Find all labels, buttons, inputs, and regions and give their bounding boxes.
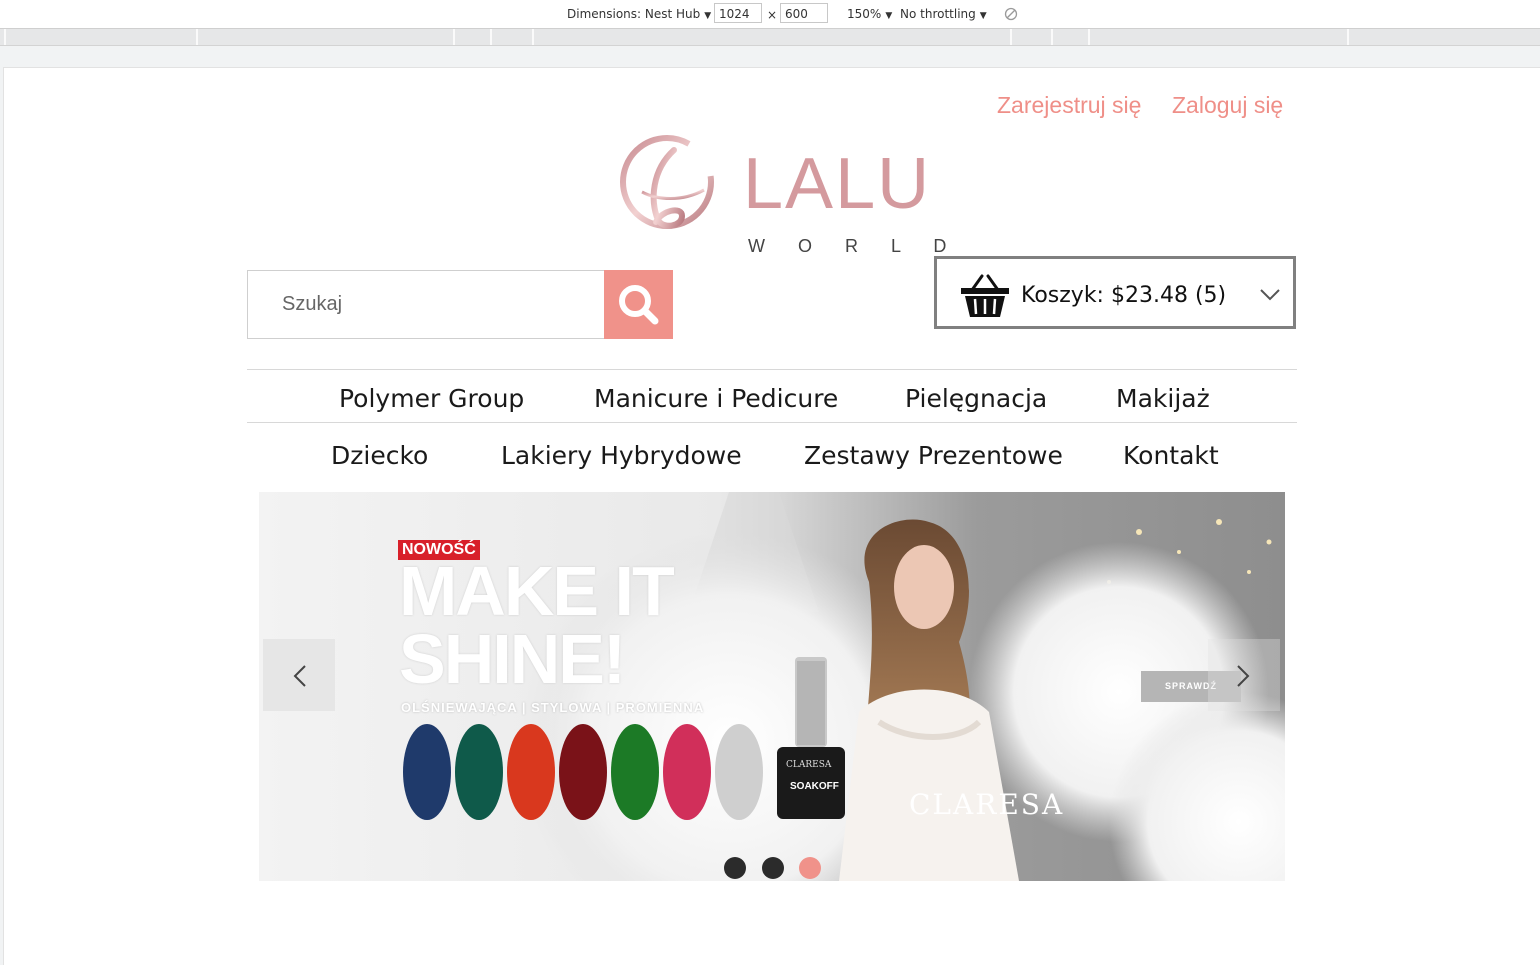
- zoom-dropdown[interactable]: 150% ▼: [847, 7, 892, 21]
- dimensions-label: Dimensions: Nest Hub: [567, 7, 701, 21]
- nav-item-dziecko[interactable]: Dziecko: [331, 441, 428, 470]
- times-sign: ×: [767, 8, 778, 22]
- slider-next-button[interactable]: [1208, 639, 1280, 711]
- chevron-down-icon: ▼: [885, 11, 893, 21]
- headline-line-1: MAKE IT: [399, 552, 675, 630]
- nav-item-manicure-pedicure[interactable]: Manicure i Pedicure: [594, 384, 838, 413]
- chevron-down-icon: ▼: [704, 11, 712, 21]
- rotate-icon[interactable]: [1004, 7, 1018, 21]
- cart-dropdown[interactable]: Koszyk: $23.48 (5): [934, 256, 1296, 329]
- zoom-label: 150%: [847, 7, 882, 21]
- basket-icon: [961, 274, 1009, 317]
- tagline: OLŚNIEWAJĄCA | STYLOWA | PROMIENNA: [401, 700, 705, 715]
- height-input[interactable]: 600: [780, 3, 828, 23]
- slider-prev-button[interactable]: [263, 639, 335, 711]
- headline-line-2: SHINE!: [399, 620, 626, 698]
- hero-slider[interactable]: CLARESA SOAKOFF NOWOŚĆ MAKE IT SHINE! OL…: [259, 492, 1285, 881]
- media-query-ruler[interactable]: [0, 29, 1540, 46]
- nail-swatches: [403, 724, 763, 820]
- nav-item-makijaz[interactable]: Makijaż: [1116, 384, 1210, 413]
- throttling-dropdown[interactable]: No throttling ▼: [900, 7, 987, 21]
- nav-item-zestawy-prezentowe[interactable]: Zestawy Prezentowe: [804, 441, 1063, 470]
- site-logo[interactable]: LALU W O R L D: [612, 130, 946, 260]
- cart-summary: Koszyk: $23.48 (5): [1021, 283, 1227, 308]
- logo-text: LALU: [743, 144, 932, 224]
- search-button[interactable]: [604, 270, 673, 339]
- chevron-left-icon: [293, 665, 306, 687]
- slider-dot-3[interactable]: [799, 857, 821, 879]
- search-placeholder: Szukaj: [282, 293, 343, 315]
- width-input[interactable]: 1024: [714, 3, 762, 23]
- nav-divider-top: [247, 369, 1297, 370]
- logo-subtext: W O R L D: [748, 236, 961, 256]
- nav-item-kontakt[interactable]: Kontakt: [1123, 441, 1219, 470]
- dimensions-dropdown[interactable]: Dimensions: Nest Hub ▼: [567, 7, 711, 21]
- search-input[interactable]: Szukaj: [247, 270, 605, 339]
- nav-item-polymer-group[interactable]: Polymer Group: [339, 384, 524, 413]
- chevron-right-icon: [1237, 665, 1250, 687]
- slider-dot-2[interactable]: [762, 857, 784, 879]
- chevron-down-icon: [1260, 289, 1280, 301]
- bottle-line: SOAKOFF: [790, 781, 839, 792]
- throttling-label: No throttling: [900, 7, 976, 21]
- product-bottle: [777, 657, 845, 819]
- login-link[interactable]: Zaloguj się: [1172, 92, 1283, 119]
- slider-dot-1[interactable]: [724, 857, 746, 879]
- chevron-down-icon: ▼: [979, 11, 987, 21]
- brand-wordmark: CLARESA: [909, 788, 1065, 821]
- nav-divider-middle: [247, 422, 1297, 423]
- nav-item-lakiery-hybrydowe[interactable]: Lakiery Hybrydowe: [501, 441, 742, 470]
- nav-item-pielegnacja[interactable]: Pielęgnacja: [905, 384, 1047, 413]
- search-icon: [619, 285, 659, 325]
- register-link[interactable]: Zarejestruj się: [997, 92, 1141, 119]
- bottle-brand: CLARESA: [786, 760, 832, 770]
- devtools-toolbar: Dimensions: Nest Hub ▼ 1024 × 600 150% ▼ N…: [0, 0, 1540, 29]
